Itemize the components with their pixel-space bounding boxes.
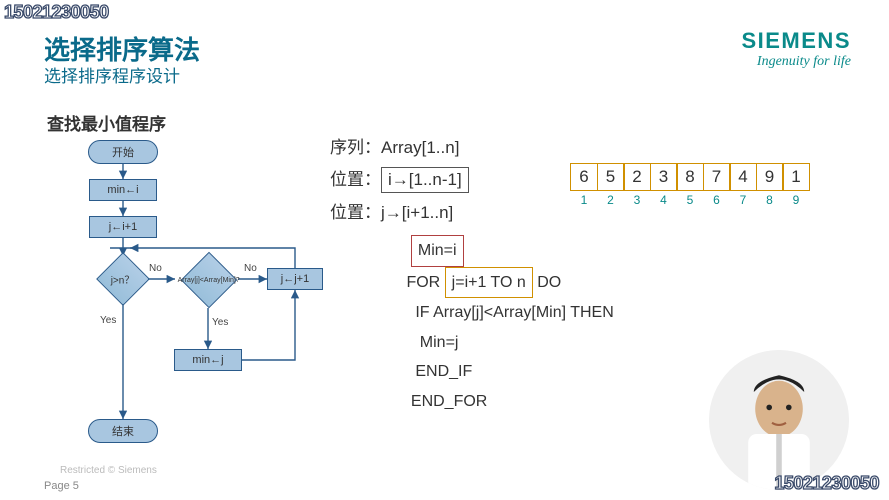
flow-j-init: j←i+1 (89, 216, 157, 238)
brand-name: SIEMENS (741, 28, 851, 54)
label-no-1: No (149, 263, 162, 274)
def1-label: 序列： (330, 138, 381, 157)
footer-page: Page 5 (44, 480, 79, 492)
flow-start: 开始 (88, 140, 158, 164)
pseudo-endif: END_IF (415, 363, 472, 380)
def3-label: 位置： (330, 203, 381, 222)
array-index: 4 (650, 193, 678, 207)
array-index: 7 (729, 193, 757, 207)
array-cell: 5 (597, 163, 625, 191)
array-index: 3 (623, 193, 651, 207)
footer-restricted: Restricted © Siemens (60, 465, 157, 476)
array-cell: 8 (676, 163, 704, 191)
array-cell: 6 (570, 163, 598, 191)
def3-value: j→[i+1..n] (381, 203, 453, 222)
pseudocode-block: Min=i FOR j=i+1 TO n DO IF Array[j]<Arra… (402, 235, 614, 417)
pseudo-endfor: END_FOR (411, 393, 487, 410)
flow-min-i: min←i (89, 179, 157, 201)
presenter-avatar (709, 350, 849, 490)
array-index: 5 (676, 193, 704, 207)
def2-value: i→[1..n-1] (381, 167, 469, 193)
array-index: 6 (703, 193, 731, 207)
array-cell: 7 (703, 163, 731, 191)
label-yes-2: Yes (212, 317, 228, 328)
flow-j-inc: j←j+1 (267, 268, 323, 290)
array-index: 2 (597, 193, 625, 207)
brand-tagline: Ingenuity for life (741, 54, 851, 70)
flowchart: 开始 min←i j←i+1 j>n？ Array[j]<Array[Min]?… (50, 135, 330, 465)
label-no-2: No (244, 263, 257, 274)
pseudo-for-c: DO (533, 274, 561, 291)
watermark-top-left: 15021230050 (4, 2, 109, 23)
array-cell: 1 (782, 163, 810, 191)
flow-diamond-cmp: Array[j]<Array[Min]? (181, 252, 238, 309)
section-label: 查找最小值程序 (47, 110, 166, 135)
label-yes-1: Yes (100, 315, 116, 326)
brand-logo: SIEMENS Ingenuity for life (741, 28, 851, 70)
array-index: 1 (570, 193, 598, 207)
flow-end: 结束 (88, 419, 158, 443)
array-index: 9 (782, 193, 810, 207)
array-row: 6 5 2 3 8 7 4 9 1 (570, 163, 810, 191)
pseudo-min-j: Min=j (420, 334, 459, 351)
array-index: 8 (756, 193, 784, 207)
watermark-bottom-right: 15021230050 (774, 473, 879, 494)
pseudo-min-i: Min=i (411, 235, 464, 267)
pseudo-for-b: j=i+1 TO n (445, 267, 533, 299)
flow-diamond-jn: j>n？ (96, 252, 150, 306)
def2-label: 位置： (330, 170, 381, 189)
array-index-row: 1 2 3 4 5 6 7 8 9 (570, 193, 810, 207)
def1-value: Array[1..n] (381, 138, 459, 157)
array-cell: 9 (756, 163, 784, 191)
page-subtitle: 选择排序程序设计 (44, 62, 180, 87)
array-cell: 3 (650, 163, 678, 191)
flow-min-j: min←j (174, 349, 242, 371)
pseudo-if: IF Array[j]<Array[Min] THEN (415, 304, 613, 321)
array-cell: 4 (729, 163, 757, 191)
definitions-block: 序列：Array[1..n] 位置：i→[1..n-1] 位置：j→[i+1..… (330, 132, 469, 229)
array-cell: 2 (623, 163, 651, 191)
pseudo-for-a: FOR (406, 274, 444, 291)
